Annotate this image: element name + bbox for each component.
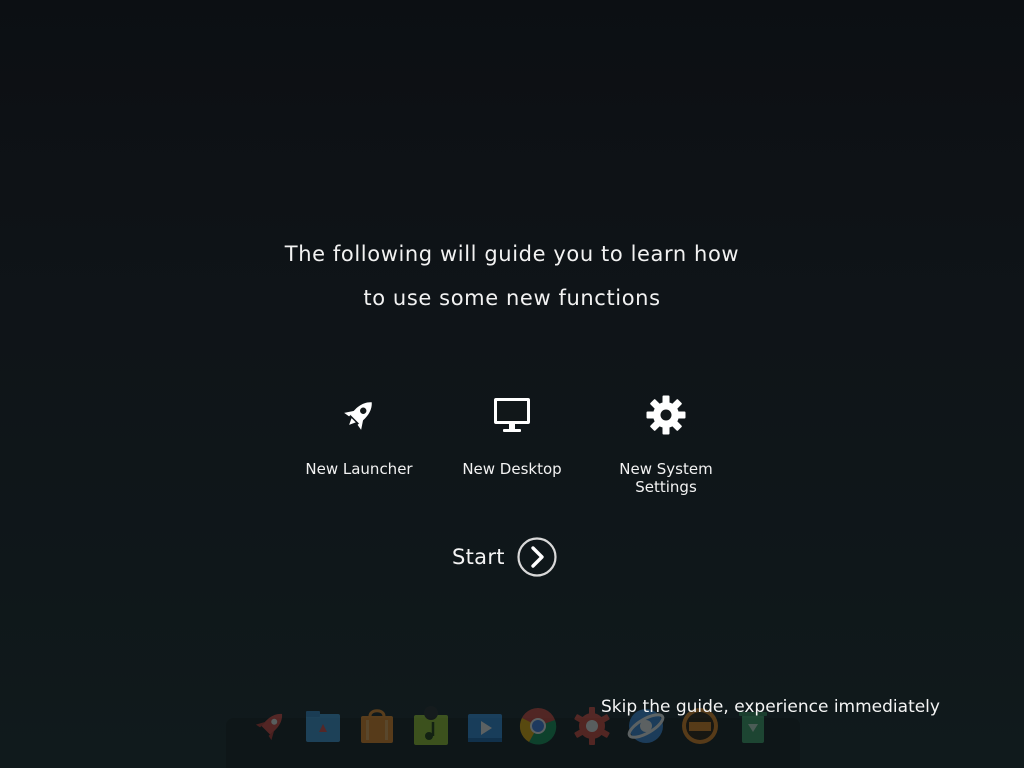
start-label: Start bbox=[452, 545, 505, 569]
gear-icon bbox=[646, 395, 686, 435]
video-player-icon[interactable] bbox=[465, 706, 505, 746]
monitor-icon bbox=[492, 395, 532, 435]
rocket-icon bbox=[339, 395, 379, 435]
guide-headline-line-2: to use some new functions bbox=[363, 286, 661, 310]
app-store-icon[interactable] bbox=[357, 706, 397, 746]
feature-label: New Launcher bbox=[305, 460, 413, 478]
file-manager-icon[interactable] bbox=[303, 706, 343, 746]
launcher-rocket-icon[interactable] bbox=[250, 706, 290, 746]
music-player-icon[interactable] bbox=[411, 706, 451, 746]
feature-new-desktop: New Desktop bbox=[442, 395, 582, 478]
guide-headline-line-1: The following will guide you to learn ho… bbox=[284, 242, 740, 266]
chevron-right-circle-icon[interactable] bbox=[517, 537, 557, 577]
feature-new-launcher: New Launcher bbox=[289, 395, 429, 478]
desktop-guide-screen: The following will guide you to learn ho… bbox=[0, 0, 1024, 768]
start-button[interactable]: Start bbox=[452, 536, 557, 578]
feature-label: New Desktop bbox=[462, 460, 562, 478]
feature-new-system-settings: New System Settings bbox=[596, 395, 736, 496]
chrome-browser-icon[interactable] bbox=[518, 706, 558, 746]
skip-guide-link[interactable]: Skip the guide, experience immediately bbox=[601, 697, 940, 717]
feature-label: New System Settings bbox=[619, 460, 713, 496]
